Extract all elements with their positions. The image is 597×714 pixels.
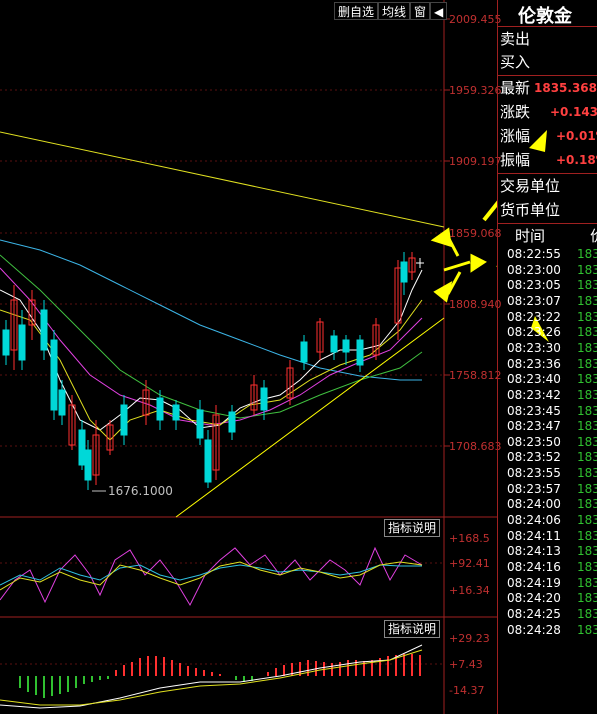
tick-time: 08:22:55 bbox=[507, 247, 561, 261]
indicator-help-button[interactable]: 指标说明 bbox=[384, 519, 441, 537]
tick-price: 183 bbox=[577, 575, 597, 590]
tick-time: 08:23:30 bbox=[507, 340, 561, 355]
tick-time: 08:23:00 bbox=[507, 262, 561, 277]
sell-label: 卖出 bbox=[500, 30, 531, 48]
ma-line-button[interactable]: 均线 bbox=[378, 2, 411, 20]
amplitude-value: +0.18% bbox=[556, 153, 597, 167]
last-price: 1835.3682 bbox=[534, 81, 597, 95]
collapse-icon[interactable]: ◀ bbox=[430, 2, 448, 20]
tick-time: 08:23:26 bbox=[507, 325, 561, 340]
tick-price: 183 bbox=[577, 325, 597, 340]
ticks-time-header: 时间 bbox=[515, 227, 546, 245]
tick-time: 08:23:42 bbox=[507, 387, 561, 402]
tick-time: 08:24:16 bbox=[507, 560, 561, 574]
tick-time: 08:23:05 bbox=[507, 278, 561, 293]
change-value: +0.1434 bbox=[550, 105, 597, 119]
price-axis-label: 2009.455 bbox=[449, 13, 502, 26]
tick-time: 08:24:13 bbox=[507, 544, 561, 559]
tick-price: 183 bbox=[577, 340, 597, 355]
tick-price: 183 bbox=[577, 606, 597, 621]
buy-label: 买入 bbox=[500, 53, 531, 71]
chart-toolbar: 删自选 均线 窗 ◀ bbox=[334, 2, 448, 20]
tick-time: 08:23:55 bbox=[507, 466, 561, 481]
tick-time: 08:23:07 bbox=[507, 293, 561, 308]
tick-time: 08:23:36 bbox=[507, 356, 561, 371]
indicator-axis-label: +7.43 bbox=[449, 658, 483, 671]
tick-time: 08:23:47 bbox=[507, 419, 561, 434]
price-axis-label: 1959.326 bbox=[449, 84, 502, 97]
tick-time: 08:24:19 bbox=[507, 575, 561, 590]
tick-price: 183 bbox=[577, 293, 597, 308]
kdj-line-magenta bbox=[0, 546, 423, 607]
last-label: 最新 bbox=[500, 79, 531, 97]
tick-time: 08:23:40 bbox=[507, 372, 561, 387]
indicator-axis-label: +92.41 bbox=[449, 557, 490, 570]
low-price-marker: 1676.1000 bbox=[108, 484, 173, 498]
tick-price: 183 bbox=[577, 513, 597, 528]
change-label: 涨跌 bbox=[500, 103, 531, 121]
indicator-axis-label: +29.23 bbox=[449, 632, 490, 645]
tick-price: 183 bbox=[577, 481, 597, 496]
candlesticks bbox=[2, 252, 424, 490]
tick-price: 183 bbox=[577, 247, 597, 261]
tick-price: 183 bbox=[577, 497, 597, 512]
price-axis-label: 1758.812 bbox=[449, 369, 502, 382]
tick-price: 183 bbox=[577, 434, 597, 449]
tick-price: 183 bbox=[577, 356, 597, 371]
tick-price: 183 bbox=[577, 622, 597, 637]
tick-price: 183 bbox=[577, 544, 597, 559]
tick-time: 08:23:22 bbox=[507, 309, 561, 324]
annotation-arrows bbox=[430, 227, 487, 303]
tick-time: 08:23:57 bbox=[507, 481, 561, 496]
tick-time: 08:23:50 bbox=[507, 434, 561, 449]
price-axis-label: 1859.068 bbox=[449, 227, 502, 240]
tick-time: 08:23:52 bbox=[507, 450, 561, 465]
tick-time: 08:24:20 bbox=[507, 591, 561, 606]
amplitude-label: 振幅 bbox=[500, 151, 531, 169]
currency-unit-label: 货币单位 bbox=[500, 201, 561, 219]
macd-histogram bbox=[19, 654, 421, 698]
kline-chart[interactable] bbox=[0, 0, 497, 714]
tick-price: 183 bbox=[577, 450, 597, 465]
tick-price: 183 bbox=[577, 419, 597, 434]
tick-time: 08:23:45 bbox=[507, 403, 561, 418]
tick-time: 08:24:00 bbox=[507, 497, 561, 512]
tick-price: 183 bbox=[577, 372, 597, 387]
change-pct-label: 涨幅 bbox=[500, 127, 531, 145]
instrument-title: 伦敦金 bbox=[518, 6, 572, 27]
ma-line-yellow bbox=[0, 299, 423, 441]
tick-price: 183 bbox=[577, 278, 597, 293]
tick-price: 183 bbox=[577, 403, 597, 418]
tick-time: 08:24:06 bbox=[507, 513, 561, 528]
tick-price: 183 bbox=[577, 560, 597, 574]
window-button[interactable]: 窗 bbox=[410, 2, 431, 20]
trade-unit-label: 交易单位 bbox=[500, 177, 561, 195]
indicator-axis-label: -14.37 bbox=[449, 684, 485, 697]
tick-price: 183 bbox=[577, 591, 597, 606]
tick-price: 183 bbox=[577, 309, 597, 324]
indicator-axis-label: +168.5 bbox=[449, 532, 490, 545]
price-axis-label: 1808.940 bbox=[449, 298, 502, 311]
price-axis-label: 1909.197 bbox=[449, 155, 502, 168]
ticks-price-header: 价 bbox=[590, 225, 597, 246]
macd-dea-line bbox=[0, 649, 423, 706]
change-pct-value: +0.01% bbox=[556, 129, 597, 143]
tick-time: 08:24:25 bbox=[507, 606, 561, 621]
tick-price: 183 bbox=[577, 387, 597, 402]
tick-price: 183 bbox=[577, 466, 597, 481]
tick-price: 183 bbox=[577, 262, 597, 277]
price-axis-label: 1708.683 bbox=[449, 440, 502, 453]
resistance-trendline bbox=[0, 131, 445, 228]
macd-dif-line bbox=[0, 644, 423, 709]
tick-price: 183 bbox=[577, 528, 597, 543]
tick-time: 08:24:28 bbox=[507, 622, 561, 637]
indicator-help-button[interactable]: 指标说明 bbox=[384, 620, 441, 638]
delete-watchlist-button[interactable]: 删自选 bbox=[334, 2, 379, 20]
indicator-axis-label: +16.34 bbox=[449, 584, 490, 597]
tick-time: 08:24:11 bbox=[507, 528, 561, 543]
